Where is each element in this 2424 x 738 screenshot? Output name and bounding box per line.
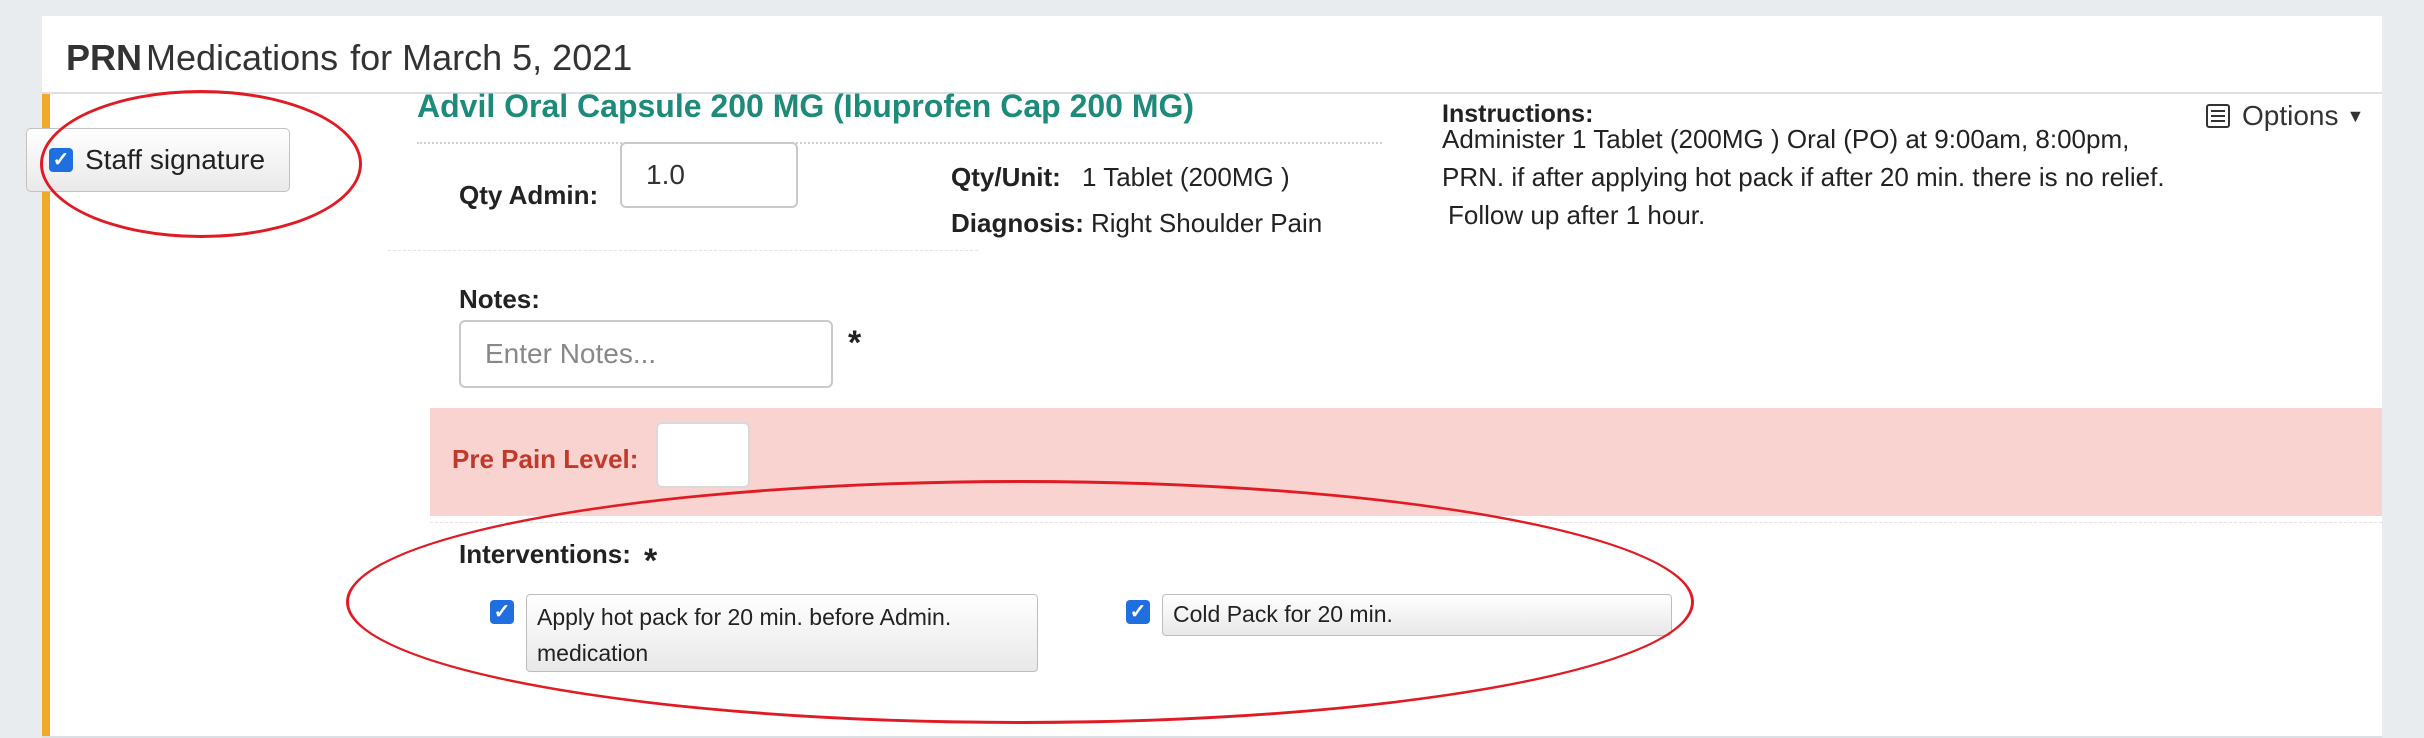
page-title: PRN Medications for March 5, 2021 [66,36,632,80]
instructions-line-3: Follow up after 1 hour. [1448,200,1706,230]
intervention-cold-pack-button[interactable]: Cold Pack for 20 min. [1162,594,1672,636]
staff-signature-button[interactable]: ✓ Staff signature [26,128,290,192]
qty-admin-input[interactable]: 1.0 [620,142,798,208]
intervention-hot-pack-checkbox[interactable]: ✓ [490,600,514,624]
staff-signature-checkbox[interactable]: ✓ [49,148,73,172]
qty-admin-label: Qty Admin: [459,180,599,210]
options-label: Options [2242,100,2339,131]
title-medications: Medications [146,37,339,78]
intervention-cold-pack-checkbox[interactable]: ✓ [1126,600,1150,624]
title-prn: PRN [66,37,143,78]
intervention-hot-pack-line-2: medication [537,640,649,666]
notes-required-mark: * [848,324,862,362]
panel-header: PRN Medications for March 5, 2021 [42,16,2382,94]
interventions-label: Interventions: [459,539,631,569]
section-divider [430,522,2382,523]
notes-input[interactable]: Enter Notes... [459,320,833,388]
instructions-line-1: Administer 1 Tablet (200MG ) Oral (PO) a… [1442,124,2130,154]
pre-pain-level-input[interactable] [656,422,750,488]
chevron-down-icon: ▼ [2346,105,2365,126]
qty-unit-value: 1 Tablet (200MG ) [1082,162,1290,192]
notes-label: Notes: [459,284,540,314]
interventions-required-mark: * [644,542,658,580]
instructions-line-2: PRN. if after applying hot pack if after… [1442,162,2165,192]
pre-pain-level-label: Pre Pain Level: [452,444,639,474]
section-divider [388,250,978,251]
staff-signature-label: Staff signature [85,144,266,175]
intervention-hot-pack-button[interactable]: Apply hot pack for 20 min. before Admin.… [526,594,1038,672]
instructions-text: Administer 1 Tablet (200MG ) Oral (PO) a… [1442,120,2202,234]
diagnosis-label: Diagnosis: [951,208,1084,238]
intervention-hot-pack-line-1: Apply hot pack for 20 min. before Admin. [537,604,952,630]
intervention-cold-pack-label: Cold Pack for 20 min. [1173,601,1393,627]
medication-name: Advil Oral Capsule 200 MG (Ibuprofen Cap… [417,88,1195,124]
diagnosis-value: Right Shoulder Pain [1091,208,1323,238]
qty-unit-label: Qty/Unit: [951,162,1061,192]
options-dropdown[interactable]: Options ▼ [2206,100,2364,132]
divider [417,142,1382,144]
title-date: for March 5, 2021 [350,37,633,78]
list-icon [2206,104,2230,128]
